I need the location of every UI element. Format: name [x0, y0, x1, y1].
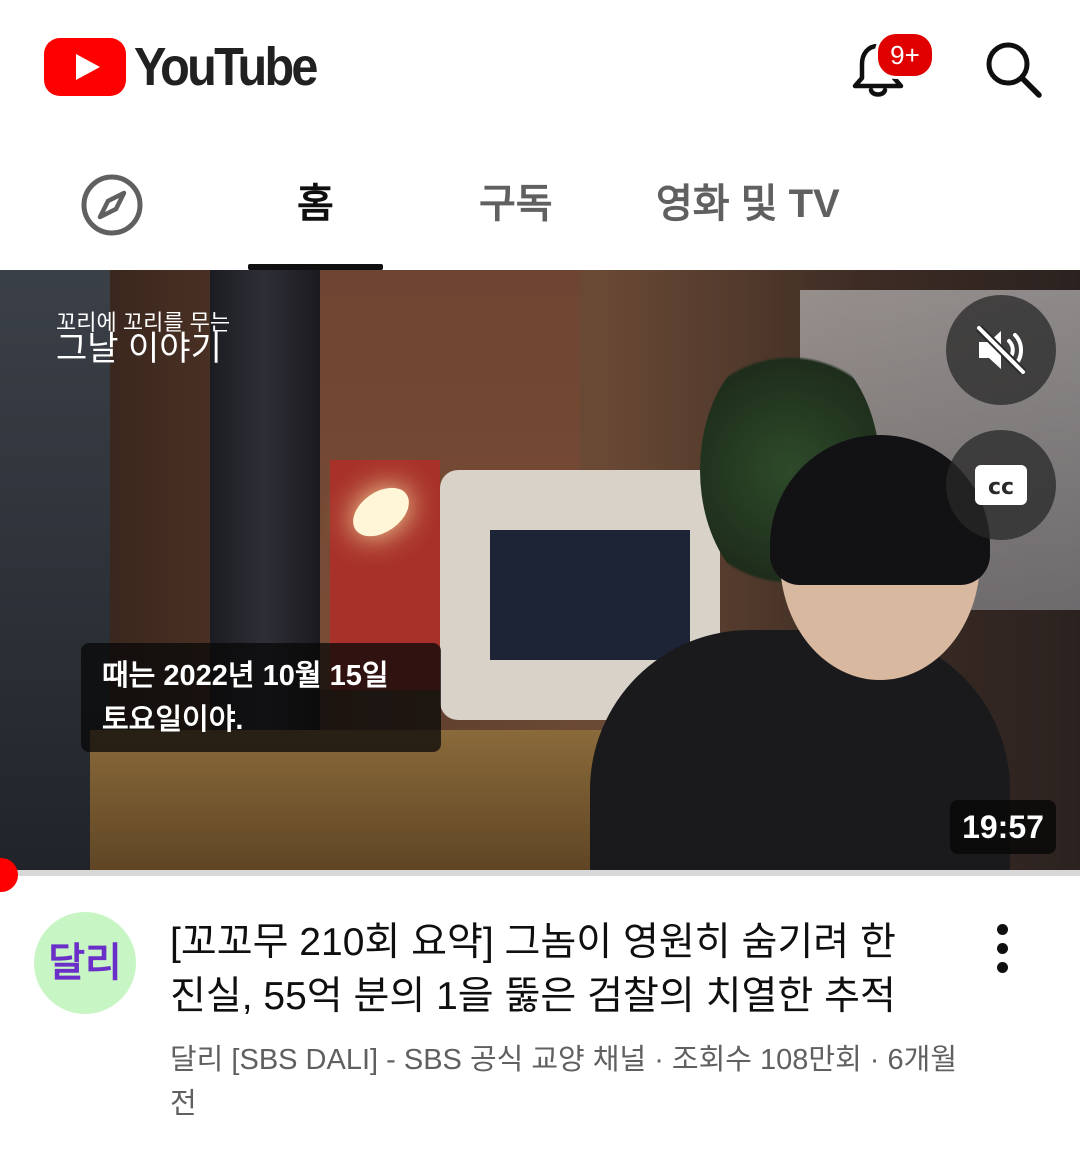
captions-button[interactable]: cc [946, 430, 1056, 540]
progress-bar[interactable] [0, 870, 1080, 876]
video-title[interactable]: [꼬꼬무 210회 요약] 그놈이 영원히 숨기려 한 진실, 55억 분의 1… [170, 916, 940, 1024]
tab-subscriptions[interactable]: 구독 [479, 176, 553, 232]
youtube-play-logo-icon [44, 38, 126, 96]
tab-movies-tv[interactable]: 영화 및 TV [656, 176, 840, 232]
video-scene-person [590, 630, 1010, 876]
youtube-logo[interactable]: YouTube [44, 38, 336, 96]
notification-badge: 9+ [875, 31, 935, 79]
more-vertical-icon[interactable] [982, 918, 1022, 974]
channel-avatar[interactable]: 달리 [34, 912, 136, 1014]
video-duration-badge: 19:57 [950, 800, 1056, 854]
compass-icon[interactable] [80, 173, 144, 237]
search-icon[interactable] [982, 38, 1044, 100]
show-logo-line2: 그날 이야기 [56, 330, 222, 368]
muted-speaker-icon [976, 325, 1026, 375]
video-player[interactable]: 꼬리에 꼬리를 무는 그날 이야기 cc 때는 2022년 10월 15일 토요… [0, 270, 1080, 876]
subtitle-line1: 때는 2022년 10월 15일 [102, 660, 389, 692]
video-metadata: 달리 [SBS DALI] - SBS 공식 교양 채널 · 조회수 108만회… [170, 1044, 958, 1120]
subtitle-line2: 토요일이야. [102, 704, 244, 736]
channel-avatar-text: 달리 [48, 941, 122, 985]
tab-home[interactable]: 홈 [297, 176, 334, 232]
cc-label: cc [988, 475, 1014, 500]
show-logo: 꼬리에 꼬리를 무는 그날 이야기 [56, 310, 230, 368]
logo-wordmark: YouTube [134, 37, 318, 97]
subtitle-caption: 때는 2022년 10월 15일 토요일이야. [81, 643, 441, 752]
mute-button[interactable] [946, 295, 1056, 405]
video-scene-arcade-screen [490, 530, 690, 660]
closed-captions-icon: cc [975, 465, 1027, 505]
app-header: YouTube 9+ [0, 0, 1080, 140]
feed-tabs: 홈 구독 영화 및 TV [0, 140, 1080, 270]
